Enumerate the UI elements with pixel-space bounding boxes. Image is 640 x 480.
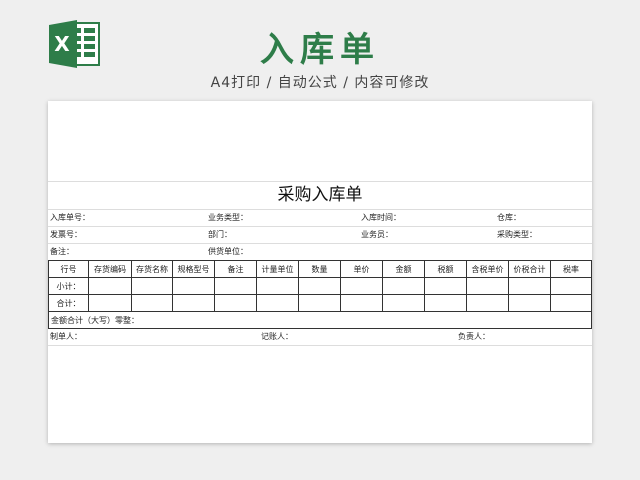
column-header: 计量单位	[256, 260, 299, 278]
table-cell[interactable]	[172, 277, 215, 295]
table-cell[interactable]	[508, 277, 551, 295]
remarks-label: 备注：	[50, 247, 74, 256]
table-cell[interactable]	[508, 294, 551, 312]
person-in-charge-label: 负责人：	[458, 332, 490, 341]
table-cell[interactable]	[382, 277, 425, 295]
info-row: 发票号： 部门： 业务员： 采购类型：	[48, 226, 592, 243]
amount-in-words-row: 金额合计（大写）零整：	[48, 311, 592, 329]
salesperson-label: 业务员：	[361, 230, 393, 239]
business-type-label: 业务类型：	[208, 213, 248, 222]
table-header-row: 行号 存货编码 存货名称 规格型号 备注 计量单位 数量 单价 金额 税额 含税…	[48, 260, 592, 278]
department-label: 部门：	[208, 230, 232, 239]
table-cell[interactable]	[172, 294, 215, 312]
table-cell[interactable]	[214, 294, 257, 312]
preparer-label: 制单人：	[50, 332, 82, 341]
table-cell[interactable]	[466, 294, 509, 312]
info-row: 备注： 供货单位：	[48, 243, 592, 260]
table-cell[interactable]	[256, 277, 299, 295]
table-cell[interactable]	[382, 294, 425, 312]
column-header: 金额	[382, 260, 425, 278]
table-cell[interactable]	[298, 294, 341, 312]
page-title: 入库单	[260, 30, 380, 70]
row-label: 小计：	[48, 277, 89, 295]
document-title: 采购入库单	[48, 181, 592, 209]
column-header: 单价	[340, 260, 383, 278]
table-cell[interactable]	[298, 277, 341, 295]
signature-row: 制单人： 记账人： 负责人：	[48, 329, 592, 346]
table-cell[interactable]	[131, 294, 173, 312]
column-header: 存货名称	[131, 260, 173, 278]
table-cell[interactable]	[424, 294, 467, 312]
total-row: 合计：	[48, 294, 592, 312]
column-header: 税额	[424, 260, 467, 278]
table-cell[interactable]	[340, 277, 383, 295]
column-header: 数量	[298, 260, 341, 278]
supplier-label: 供货单位：	[208, 247, 248, 256]
column-header: 行号	[48, 260, 89, 278]
warehouse-label: 仓库：	[497, 213, 521, 222]
table-cell[interactable]	[424, 277, 467, 295]
document-sheet: 采购入库单 入库单号： 业务类型： 入库时间： 仓库： 发票号： 部门： 业务员…	[48, 101, 592, 443]
invoice-number-label: 发票号：	[50, 230, 82, 239]
table-cell[interactable]	[256, 294, 299, 312]
table-cell[interactable]	[131, 277, 173, 295]
purchase-type-label: 采购类型：	[497, 230, 537, 239]
table-cell[interactable]	[340, 294, 383, 312]
info-row: 入库单号： 业务类型： 入库时间： 仓库：	[48, 209, 592, 226]
table-cell[interactable]	[466, 277, 509, 295]
table-cell[interactable]	[550, 294, 592, 312]
amount-in-words-label: 金额合计（大写）零整：	[48, 311, 592, 329]
column-header: 存货编码	[88, 260, 132, 278]
page-subtitle: A4打印 / 自动公式 / 内容可修改	[210, 75, 430, 91]
bookkeeper-label: 记账人：	[261, 332, 293, 341]
table-cell[interactable]	[214, 277, 257, 295]
column-header: 价税合计	[508, 260, 551, 278]
column-header: 备注	[214, 260, 257, 278]
items-table: 行号 存货编码 存货名称 规格型号 备注 计量单位 数量 单价 金额 税额 含税…	[48, 260, 592, 329]
column-header: 规格型号	[172, 260, 215, 278]
column-header: 含税单价	[466, 260, 509, 278]
purchase-receipt-form: 采购入库单 入库单号： 业务类型： 入库时间： 仓库： 发票号： 部门： 业务员…	[48, 181, 592, 346]
table-cell[interactable]	[88, 294, 132, 312]
receipt-time-label: 入库时间：	[361, 213, 401, 222]
column-header: 税率	[550, 260, 592, 278]
table-cell[interactable]	[88, 277, 132, 295]
row-label: 合计：	[48, 294, 89, 312]
receipt-number-label: 入库单号：	[50, 213, 90, 222]
subtotal-row: 小计：	[48, 277, 592, 295]
table-cell[interactable]	[550, 277, 592, 295]
